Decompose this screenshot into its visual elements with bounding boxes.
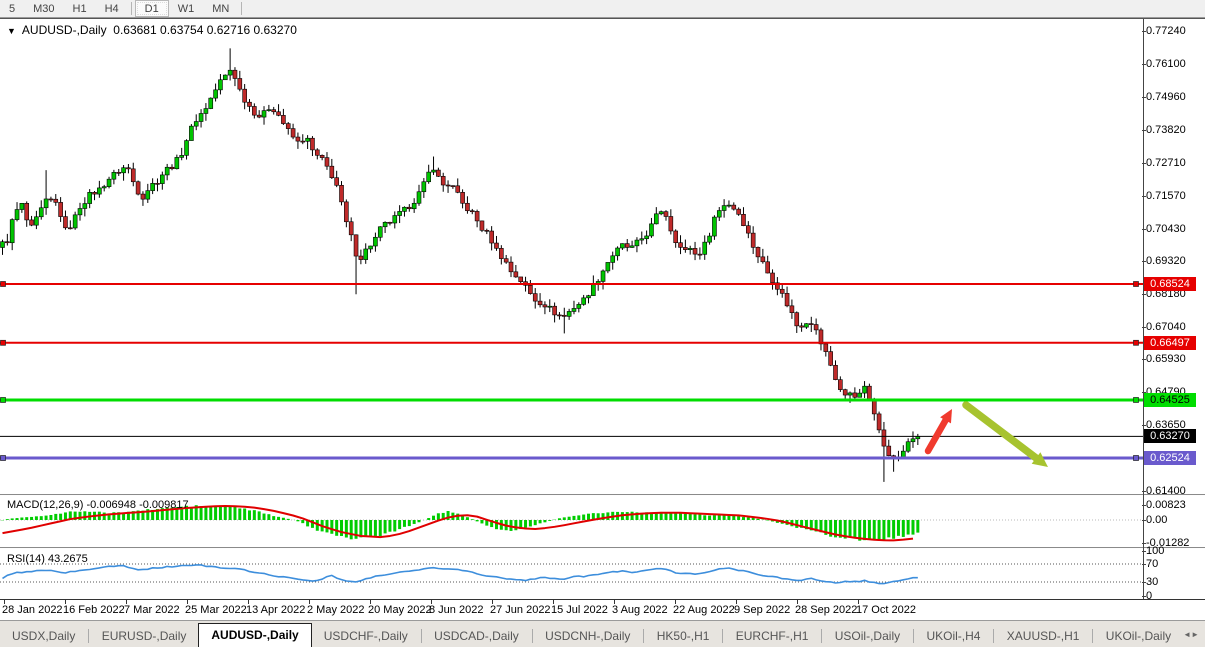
time-label-15: 17 Oct 2022: [856, 604, 916, 616]
macd-tick-0.00823: 0.00823: [1142, 499, 1205, 511]
time-label-14: 28 Sep 2022: [795, 604, 858, 616]
chart-tab-bar: USDX,Daily EURUSD-,Daily AUDUSD-,Daily USDC…: [0, 620, 1205, 647]
chart-tab-usoildaily[interactable]: USOil-,Daily: [823, 626, 912, 647]
tab-scroll-arrows: ◄ ►: [1183, 621, 1205, 647]
ohlc-open: 0.63681: [113, 23, 157, 37]
timeframe-button-m30[interactable]: M30: [24, 0, 63, 17]
price-tick-0.74960: 0.74960: [1142, 91, 1205, 103]
time-label-1: 28 Jan 2022: [2, 604, 63, 616]
down-arrow[interactable]: [962, 401, 1040, 462]
ohlc-close: 0.63270: [253, 23, 297, 37]
timeframe-button-d1[interactable]: D1: [134, 0, 169, 17]
time-label-8: 8 Jun 2022: [429, 604, 484, 616]
price-flag-0.62524: 0.62524: [1144, 451, 1196, 465]
timeframe-toolbar: 5 M30 H1 H4 D1 W1 MN: [0, 0, 1205, 18]
chart-tab-audusddaily[interactable]: AUDUSD-,Daily: [198, 623, 312, 647]
time-label-3: 7 Mar 2022: [124, 604, 180, 616]
price-flag-0.63270: 0.63270: [1144, 429, 1196, 444]
chart-tab-hk50h1[interactable]: HK50-,H1: [645, 626, 722, 647]
time-label-6: 2 May 2022: [307, 604, 365, 616]
rsi-tick-70: 70: [1142, 558, 1205, 570]
panel-divider[interactable]: [0, 547, 1205, 549]
timeframe-button-h1[interactable]: H1: [64, 0, 96, 17]
price-flag-0.68524: 0.68524: [1144, 277, 1196, 291]
price-tick-0.67040: 0.67040: [1142, 321, 1205, 333]
price-tick-0.73820: 0.73820: [1142, 124, 1205, 136]
ohlc-low: 0.62716: [206, 23, 251, 37]
chart-tab-ukoildaily[interactable]: UKOil-,Daily: [1094, 626, 1183, 647]
rsi-indicator-panel[interactable]: [0, 550, 1143, 598]
price-tick-0.72710: 0.72710: [1142, 157, 1205, 169]
macd-label: MACD(12,26,9) -0.006948 -0.009817: [7, 499, 189, 511]
time-label-2: 16 Feb 2022: [63, 604, 125, 616]
chart-tab-xauusdh1[interactable]: XAUUSD-,H1: [995, 626, 1092, 647]
timeframe-button-w1[interactable]: W1: [169, 0, 204, 17]
axis-border: [1143, 19, 1144, 619]
price-tick-0.76100: 0.76100: [1142, 58, 1205, 70]
chart-tab-usdcnhdaily[interactable]: USDCNH-,Daily: [533, 626, 642, 647]
rsi-tick-100: 100: [1142, 545, 1205, 557]
chart-window: ▼ AUDUSD-,Daily 0.63681 0.63754 0.62716 0…: [0, 18, 1205, 619]
toolbar-separator: [241, 2, 243, 15]
macd-tick-0.00: 0.00: [1142, 514, 1205, 526]
timeframe-button-mn[interactable]: MN: [203, 0, 238, 17]
time-label-4: 25 Mar 2022: [185, 604, 247, 616]
chart-title: ▼ AUDUSD-,Daily 0.63681 0.63754 0.62716 0…: [7, 23, 297, 37]
price-tick-0.69320: 0.69320: [1142, 255, 1205, 267]
time-label-13: 9 Sep 2022: [734, 604, 791, 616]
time-label-10: 15 Jul 2022: [551, 604, 608, 616]
price-tick-0.77240: 0.77240: [1142, 25, 1205, 37]
scroll-right-icon[interactable]: ►: [1191, 630, 1199, 639]
scroll-left-icon[interactable]: ◄: [1183, 630, 1191, 639]
time-label-7: 20 May 2022: [368, 604, 432, 616]
trading-platform-window: 5 M30 H1 H4 D1 W1 MN ▼ AUDUSD-,Daily 0.63681 0.…: [0, 0, 1205, 647]
time-axis[interactable]: 28 Jan 2022 16 Feb 2022 7 Mar 2022 25 Mar 2…: [0, 599, 1205, 619]
time-label-11: 3 Aug 2022: [612, 604, 668, 616]
chart-tab-usdchfdaily[interactable]: USDCHF-,Daily: [312, 626, 420, 647]
timeframe-button-h4[interactable]: H4: [96, 0, 128, 17]
symbol-dropdown-icon[interactable]: ▼: [7, 26, 16, 36]
chart-tab-usdcaddaily[interactable]: USDCAD-,Daily: [422, 626, 531, 647]
time-label-5: 13 Apr 2022: [246, 604, 306, 616]
rsi-label: RSI(14) 43.2675: [7, 553, 88, 565]
main-price-chart[interactable]: [0, 19, 1143, 494]
rsi-tick-30: 30: [1142, 576, 1205, 588]
ohlc-high: 0.63754: [160, 23, 204, 37]
chart-tab-ukoilh4[interactable]: UKOil-,H4: [914, 626, 992, 647]
price-tick-0.70430: 0.70430: [1142, 223, 1205, 235]
time-label-12: 22 Aug 2022: [673, 604, 735, 616]
price-flag-0.64525: 0.64525: [1144, 392, 1196, 407]
timeframe-button-5[interactable]: 5: [0, 0, 24, 17]
rsi-tick-0: 0: [1142, 590, 1205, 602]
symbol-name: AUDUSD-,Daily: [21, 23, 107, 37]
price-tick-0.71570: 0.71570: [1142, 190, 1205, 202]
price-flag-0.66497: 0.66497: [1144, 335, 1196, 350]
chart-tab-eurchfh1[interactable]: EURCHF-,H1: [724, 626, 821, 647]
up-arrow[interactable]: [924, 417, 949, 455]
toolbar-separator: [130, 2, 132, 15]
chart-tab-eurusddaily[interactable]: EURUSD-,Daily: [90, 626, 199, 647]
time-label-9: 27 Jun 2022: [490, 604, 551, 616]
chart-tab-usdxdaily[interactable]: USDX,Daily: [0, 626, 87, 647]
price-tick-0.65930: 0.65930: [1142, 353, 1205, 365]
price-tick-0.61400: 0.61400: [1142, 485, 1205, 497]
